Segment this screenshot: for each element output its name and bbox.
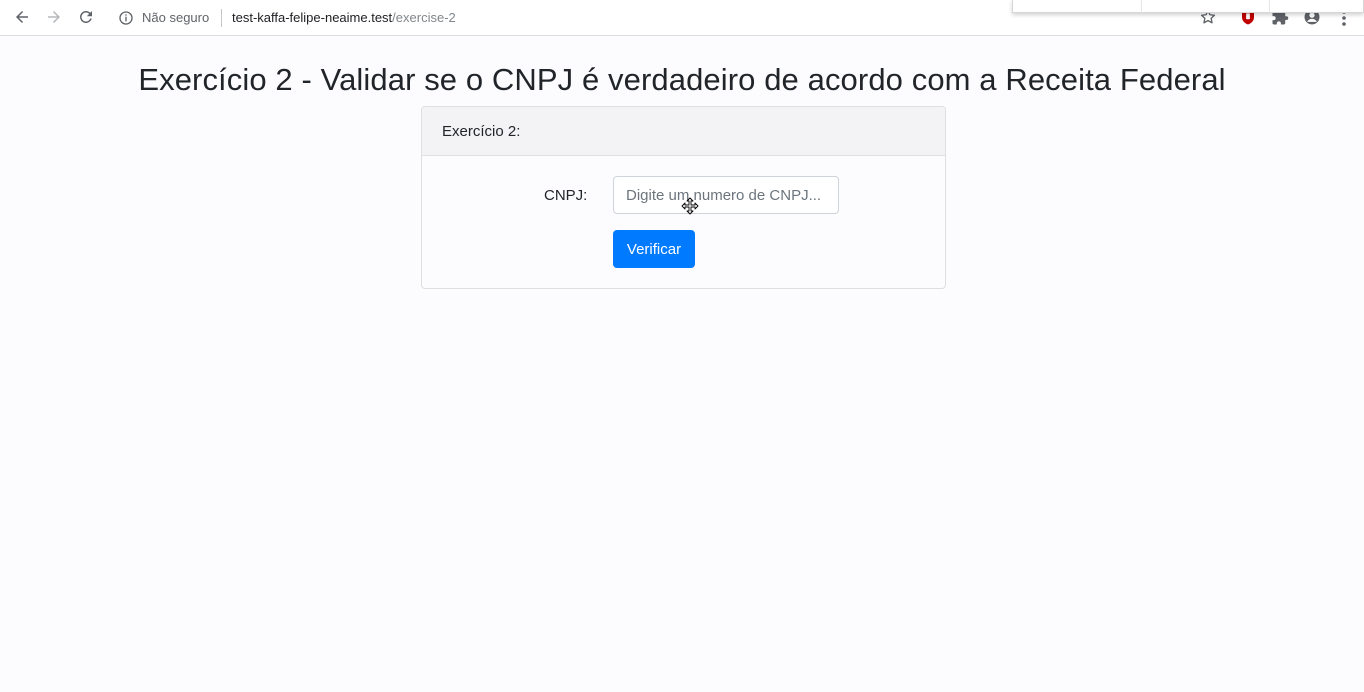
forward-button[interactable]	[43, 6, 65, 28]
back-button[interactable]	[11, 6, 33, 28]
card-header: Exercício 2:	[422, 107, 945, 156]
reload-button[interactable]	[75, 6, 97, 28]
reload-icon	[79, 10, 92, 23]
browser-toolbar: Não seguro test-kaffa-felipe-neaime.test…	[0, 0, 1364, 36]
move-cursor-icon	[681, 197, 699, 215]
page-title: Exercício 2 - Validar se o CNPJ é verdad…	[138, 62, 1226, 97]
cnpj-label: CNPJ:	[544, 187, 588, 204]
extension-popup-edge	[1012, 0, 1364, 13]
verify-button[interactable]: Verificar	[613, 230, 695, 268]
back-icon	[16, 11, 28, 23]
info-icon[interactable]	[118, 10, 134, 26]
url-text[interactable]: test-kaffa-felipe-neaime.test/exercise-2	[232, 10, 456, 25]
card-header-title: Exercício 2:	[442, 123, 521, 140]
popup-divider	[1269, 0, 1270, 13]
url-path: /exercise-2	[392, 10, 456, 25]
security-label: Não seguro	[142, 10, 210, 25]
popup-divider	[1141, 0, 1142, 13]
url-host: test-kaffa-felipe-neaime.test	[232, 10, 393, 25]
forward-icon	[48, 11, 60, 23]
cnpj-input[interactable]	[613, 176, 839, 214]
url-separator	[221, 9, 222, 27]
